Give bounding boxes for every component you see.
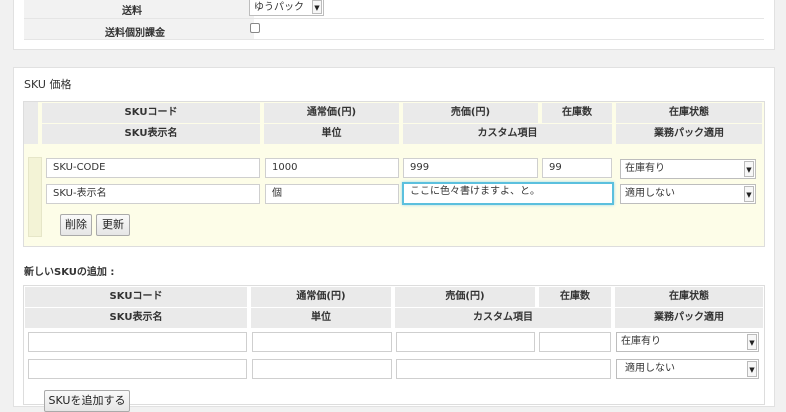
chevron-down-icon: ▼ [747,361,757,377]
sku-code-input[interactable]: SKU-CODE [46,158,260,178]
new-header-unit: 単位 [251,308,391,328]
new-business-pack-value: 適用しない [625,363,675,374]
new-stock-status-value: 在庫有り [621,336,661,347]
header-stock-status: 在庫状態 [616,103,762,123]
sku-table-header-left [24,102,38,144]
new-custom-field-input[interactable] [396,359,611,379]
header-business-pack: 業務パック適用 [616,124,762,144]
new-header-custom-field: カスタム項目 [395,308,611,328]
new-sku-code-input[interactable] [28,332,247,352]
header-unit: 単位 [264,124,399,144]
new-header-regular-price: 通常価(円) [251,287,391,307]
shipping-method-select[interactable]: ゆうパック ▼ [249,0,324,16]
sku-table: SKUコード 通常価(円) 売価(円) 在庫数 在庫状態 SKU表示名 単位 カ… [23,101,765,247]
shipping-fee-label: 送料 [122,6,142,17]
new-header-sku-display-name: SKU表示名 [25,308,247,328]
sku-panel: SKU 価格 SKUコード 通常価(円) 売価(円) 在庫数 在庫状態 SKU表… [13,67,775,412]
new-sale-price-input[interactable] [396,332,535,352]
stock-status-value: 在庫有り [625,163,665,174]
header-sale-price: 売価(円) [403,103,538,123]
stock-status-select[interactable]: 在庫有り ▼ [620,159,756,179]
business-pack-value: 適用しない [625,188,675,199]
new-sku-table: SKUコード 通常価(円) 売価(円) 在庫数 在庫状態 SKU表示名 単位 カ… [23,285,765,412]
sku-display-name-input[interactable]: SKU-表示名 [46,184,260,204]
new-stock-status-select[interactable]: 在庫有り ▼ [616,332,759,352]
new-business-pack-select[interactable]: 適用しない ▼ [616,359,759,379]
new-header-sku-code: SKUコード [25,287,247,307]
header-custom-field: カスタム項目 [403,124,612,144]
delete-button[interactable]: 削除 [60,214,92,236]
header-regular-price: 通常価(円) [264,103,399,123]
business-pack-select[interactable]: 適用しない ▼ [620,184,756,204]
sku-row-marker [28,157,42,237]
chevron-down-icon: ▼ [744,161,754,177]
new-regular-price-input[interactable] [252,332,392,352]
new-sku-display-name-input[interactable] [28,359,247,379]
unit-input[interactable]: 個 [265,184,399,204]
new-sku-title: 新しいSKUの追加 : [24,267,115,278]
sku-price-title: SKU 価格 [24,78,72,91]
shipping-method-value: ゆうパック [254,2,304,13]
shipping-panel: 送料 ゆうパック ▼ 送料個別課金 [13,0,775,50]
new-stock-input[interactable] [539,332,611,352]
new-header-business-pack: 業務パック適用 [615,308,763,328]
chevron-down-icon: ▼ [747,334,757,350]
shipping-divider-bottom [24,39,764,40]
header-sku-code: SKUコード [42,103,260,123]
shipping-individual-label: 送料個別課金 [105,28,165,39]
header-stock: 在庫数 [542,103,612,123]
sale-price-input[interactable]: 999 [403,158,538,178]
header-sku-display-name: SKU表示名 [42,124,260,144]
add-sku-button[interactable]: SKUを追加する [44,390,130,412]
new-header-stock: 在庫数 [539,287,611,307]
stock-input[interactable]: 99 [542,158,612,178]
chevron-down-icon: ▼ [312,0,322,14]
new-header-stock-status: 在庫状態 [615,287,763,307]
chevron-down-icon: ▼ [744,186,754,202]
shipping-individual-checkbox[interactable] [250,23,260,33]
shipping-divider [24,18,764,19]
update-button[interactable]: 更新 [96,214,130,236]
regular-price-input[interactable]: 1000 [265,158,399,178]
custom-field-input[interactable]: ここに色々書けますよ、と。 [402,182,614,205]
new-header-sale-price: 売価(円) [395,287,535,307]
new-unit-input[interactable] [252,359,392,379]
